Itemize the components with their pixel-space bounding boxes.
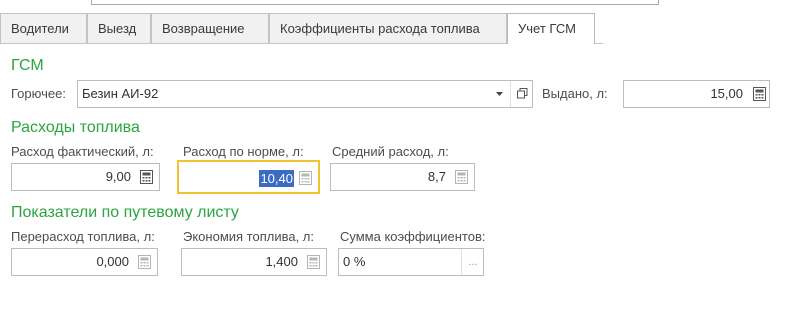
tab-label: Водители <box>11 21 69 36</box>
actual-consumption-label: Расход фактический, л: <box>11 144 154 159</box>
tab-return[interactable]: Возвращение <box>151 13 269 43</box>
overrun-value: 0,000 <box>96 254 129 269</box>
section-title-waybill: Показатели по путевому листу <box>11 204 239 221</box>
tab-fuel-accounting[interactable]: Учет ГСМ <box>507 13 595 44</box>
calculator-icon[interactable] <box>455 170 468 184</box>
top-frame-edge <box>91 0 659 5</box>
avg-consumption-label: Средний расход, л: <box>332 144 449 159</box>
coef-sum-label: Сумма коэффициентов: <box>340 229 486 244</box>
section-title-gsm: ГСМ <box>11 57 44 74</box>
tab-departure[interactable]: Выезд <box>87 13 151 43</box>
dropdown-arrow-icon[interactable] <box>488 81 510 107</box>
issued-field[interactable]: 15,00 <box>623 80 770 108</box>
overrun-label: Перерасход топлива, л: <box>11 229 155 244</box>
calculator-icon[interactable] <box>138 255 151 269</box>
saving-label: Экономия топлива, л: <box>183 229 315 244</box>
calculator-icon[interactable] <box>299 171 312 185</box>
select-button[interactable]: ... <box>461 249 484 275</box>
fuel-label: Горючее: <box>11 86 66 101</box>
fuel-value: Безин АИ-92 <box>82 86 159 101</box>
overrun-field[interactable]: 0,000 <box>11 248 158 276</box>
tab-fuel-coefficients[interactable]: Коэффициенты расхода топлива <box>269 13 507 43</box>
fuel-select[interactable]: Безин АИ-92 <box>77 80 533 108</box>
tab-label: Выезд <box>98 21 137 36</box>
tab-label: Коэффициенты расхода топлива <box>280 21 480 36</box>
issued-value: 15,00 <box>710 86 743 101</box>
calculator-icon[interactable] <box>140 170 153 184</box>
norm-consumption-field[interactable]: 10,40 <box>177 160 320 194</box>
actual-consumption-field[interactable]: 9,00 <box>11 163 160 191</box>
issued-label: Выдано, л: <box>542 86 608 101</box>
tab-label: Возвращение <box>162 21 245 36</box>
calculator-icon[interactable] <box>307 255 320 269</box>
norm-consumption-label: Расход по норме, л: <box>183 144 304 159</box>
actual-consumption-value: 9,00 <box>105 169 131 184</box>
selected-text: 10,40 <box>259 170 294 187</box>
avg-consumption-value: 8,7 <box>427 169 446 184</box>
tab-label: Учет ГСМ <box>518 21 576 36</box>
coef-sum-field[interactable]: 0 % ... <box>338 248 484 276</box>
tab-drivers[interactable]: Водители <box>0 13 87 43</box>
norm-consumption-value: 10,40 <box>183 166 294 192</box>
section-title-consumption: Расходы топлива <box>11 119 140 136</box>
saving-field[interactable]: 1,400 <box>181 248 327 276</box>
calculator-icon[interactable] <box>753 87 766 101</box>
coef-sum-value: 0 % <box>343 254 366 269</box>
avg-consumption-field[interactable]: 8,7 <box>330 163 475 191</box>
open-record-icon[interactable] <box>510 81 533 107</box>
saving-value: 1,400 <box>265 254 298 269</box>
